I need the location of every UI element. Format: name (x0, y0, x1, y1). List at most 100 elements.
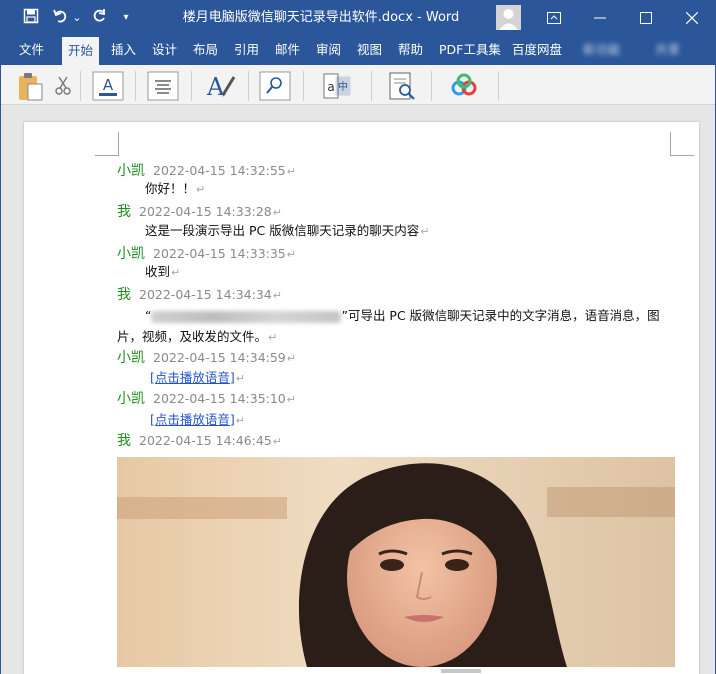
message-timestamp: 2022-04-15 14:33:35 (153, 246, 286, 261)
ribbon-separator (135, 71, 136, 101)
message-timestamp: 2022-04-15 14:35:10 (153, 391, 286, 406)
translate-icon[interactable]: a中 (319, 71, 353, 101)
tab-layout[interactable]: 布局 (187, 35, 224, 65)
tab-view[interactable]: 视图 (351, 35, 388, 65)
tab-review[interactable]: 审阅 (310, 35, 347, 65)
voice-message: [点击播放语音]↵ (150, 410, 245, 431)
paragraph-mark: ↵ (235, 372, 245, 385)
ribbon-separator (303, 71, 304, 101)
find-icon[interactable] (258, 71, 292, 101)
sender-name: 小凯 (117, 246, 145, 262)
message-header: 我 2022-04-15 14:33:28↵ (117, 202, 282, 223)
message-header: 小凯 2022-04-15 14:33:35↵ (117, 244, 296, 265)
paragraph-mark: ↵ (196, 183, 206, 196)
svg-text:A: A (103, 76, 114, 94)
tab-mailings[interactable]: 邮件 (269, 35, 306, 65)
sender-name: 小凯 (117, 391, 145, 407)
message-body: 这是一段演示导出 PC 版微信聊天记录的聊天内容 (145, 223, 420, 238)
document-title: 楼月电脑版微信聊天记录导出软件.docx - Word (182, 10, 460, 25)
cut-icon[interactable] (53, 71, 73, 101)
tab-pdf-tools[interactable]: PDF工具集 (433, 35, 507, 65)
ribbon-separator (191, 71, 192, 101)
undo-dropdown-icon[interactable]: ⌄ (71, 8, 83, 28)
document-area[interactable]: 小凯 2022-04-15 14:32:55↵ 你好！！↵ 我 2022-04-15… (1, 106, 715, 674)
close-icon[interactable] (669, 1, 715, 35)
ribbon-separator (431, 71, 432, 101)
paragraph-mark: ↵ (171, 266, 181, 279)
message-header: 小凯 2022-04-15 14:35:10↵ (117, 389, 296, 410)
chat-image[interactable] (117, 457, 675, 667)
paragraph-mark: ↵ (272, 206, 282, 219)
message-body: 收到 (145, 264, 171, 279)
play-voice-link[interactable]: [点击播放语音] (150, 412, 235, 427)
svg-text:a: a (327, 80, 334, 94)
paragraph-mark: ↵ (272, 435, 282, 448)
save-icon[interactable] (21, 8, 41, 28)
customize-toolbar-icon[interactable]: ▾ (119, 8, 133, 28)
paragraph-mark: ↵ (286, 165, 296, 178)
sender-name: 小凯 (117, 163, 145, 179)
tab-insert[interactable]: 插入 (105, 35, 142, 65)
message-timestamp: 2022-04-15 14:34:34 (139, 287, 272, 302)
user-avatar-icon[interactable] (496, 5, 521, 30)
paragraph-mark: ↵ (268, 331, 278, 344)
sender-name: 小凯 (117, 350, 145, 366)
tab-home[interactable]: 开始 (62, 37, 100, 65)
ribbon-separator (248, 71, 249, 101)
document-search-icon[interactable] (385, 71, 419, 101)
styles-icon[interactable]: A (204, 71, 238, 101)
svg-text:中: 中 (338, 80, 348, 93)
paragraph-mark: ↵ (286, 352, 296, 365)
tab-design[interactable]: 设计 (146, 35, 183, 65)
tab-share[interactable]: 共享 (649, 35, 686, 65)
message-timestamp: 2022-04-15 14:46:45 (139, 433, 272, 448)
message-text: 这是一段演示导出 PC 版微信聊天记录的聊天内容↵ (145, 221, 429, 242)
font-color-icon[interactable]: A (91, 71, 125, 101)
document-page[interactable]: 小凯 2022-04-15 14:32:55↵ 你好！！↵ 我 2022-04-15… (24, 122, 699, 674)
tab-whats-new[interactable]: 新功能 (577, 35, 627, 65)
message-header: 小凯 2022-04-15 14:32:55↵ (117, 161, 296, 182)
margin-corner-mark (670, 132, 694, 156)
voice-message: [点击播放语音]↵ (150, 368, 245, 389)
redacted-text (151, 310, 342, 323)
baidu-netdisk-icon[interactable] (447, 71, 481, 101)
ribbon-tabs: 文件 开始 插入 设计 布局 引用 邮件 审阅 视图 帮助 PDF工具集 百度网… (1, 35, 715, 65)
message-header: 我 2022-04-15 14:34:34↵ (117, 285, 282, 306)
paragraph-mark: ↵ (286, 248, 296, 261)
tab-help[interactable]: 帮助 (392, 35, 429, 65)
message-header: 小凯 2022-04-15 14:34:59↵ (117, 348, 296, 369)
message-text: 收到↵ (145, 262, 180, 283)
ribbon-display-icon[interactable] (531, 1, 577, 35)
message-header: 我 2022-04-15 14:46:45↵ (117, 431, 282, 452)
margin-corner-mark (95, 132, 119, 156)
message-timestamp: 2022-04-15 14:34:59 (153, 350, 286, 365)
sender-name: 我 (117, 433, 131, 449)
message-timestamp: 2022-04-15 14:32:55 (153, 163, 286, 178)
sender-name: 我 (117, 204, 131, 220)
paste-icon[interactable] (15, 71, 47, 101)
paragraph-mark: ↵ (235, 414, 245, 427)
sender-name: 我 (117, 287, 131, 303)
redo-icon[interactable] (89, 8, 109, 28)
paragraph-mark: ↵ (420, 225, 430, 238)
ribbon: A A a中 (1, 65, 715, 105)
paragraph-align-icon[interactable] (146, 71, 180, 101)
paragraph-mark: ↵ (286, 393, 296, 406)
tab-file[interactable]: 文件 (13, 35, 50, 65)
message-timestamp: 2022-04-15 14:33:28 (139, 204, 272, 219)
maximize-icon[interactable] (623, 1, 669, 35)
tab-references[interactable]: 引用 (228, 35, 265, 65)
ribbon-separator (498, 71, 499, 101)
undo-icon[interactable] (51, 8, 71, 28)
ribbon-separator (80, 71, 81, 101)
play-voice-link[interactable]: [点击播放语音] (150, 370, 235, 385)
minimize-icon[interactable] (577, 1, 623, 35)
message-body: 你好！！ (145, 181, 196, 196)
message-text: 你好！！↵ (145, 179, 205, 200)
title-bar: ⌄ ▾ 楼月电脑版微信聊天记录导出软件.docx - Word (1, 1, 715, 35)
ribbon-separator (371, 71, 372, 101)
message-text: “”可导出 PC 版微信聊天记录中的文字消息，语音消息，图片，视频，及收发的文件… (117, 305, 662, 348)
tab-baidu-netdisk[interactable]: 百度网盘 (506, 35, 568, 65)
scrollbar-thumb[interactable] (441, 669, 481, 673)
paragraph-mark: ↵ (272, 289, 282, 302)
